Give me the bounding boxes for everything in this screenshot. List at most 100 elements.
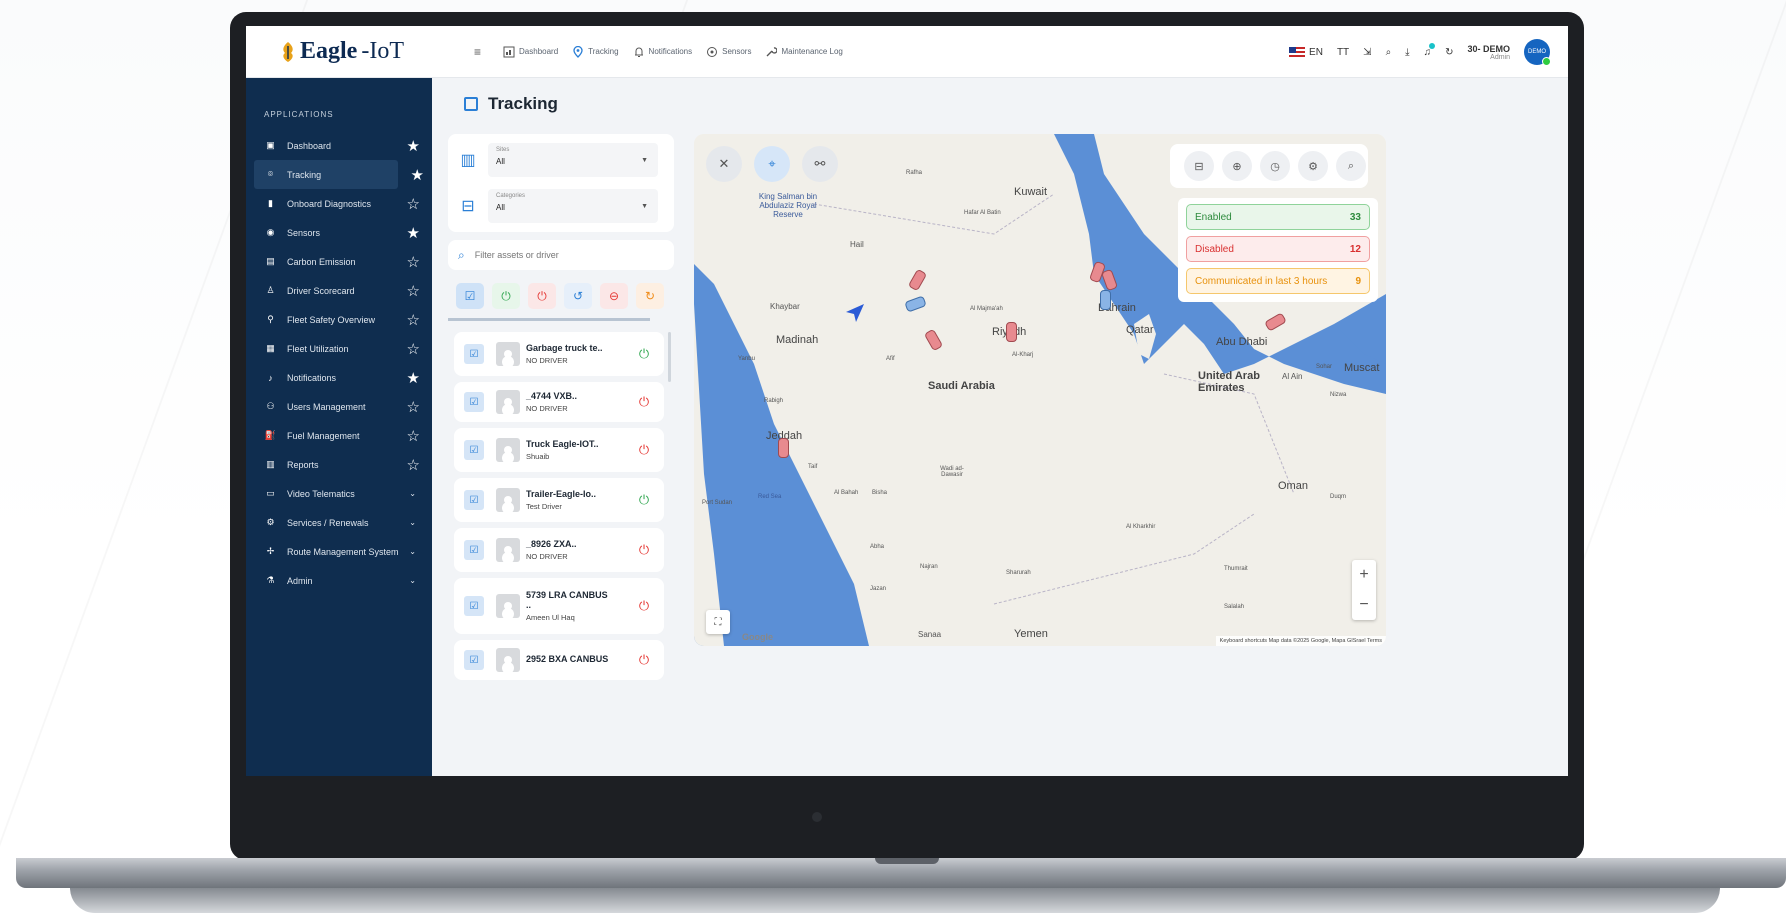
sidebar-item-dashboard[interactable]: ▣ Dashboard ★ <box>246 131 432 160</box>
filter-disabled-button[interactable]: ⊖ <box>600 283 628 309</box>
list-item[interactable]: ☑ _8926 ZXA.. NO DRIVER ⏻ <box>454 528 664 572</box>
notification-bell-icon[interactable]: ♫ <box>1424 42 1435 58</box>
sidebar-item-sensors[interactable]: ◉ Sensors ★ <box>246 218 432 247</box>
avatar[interactable]: DEMO <box>1524 39 1551 66</box>
sidebar-item-users[interactable]: ⚇ Users Management ☆ <box>246 392 432 421</box>
list-item[interactable]: ☑ Truck Eagle-IOT.. Shuaib ⏻ <box>454 428 664 472</box>
collapse-icon[interactable]: ⇲ <box>1363 47 1371 58</box>
menu-toggle-icon[interactable]: ≡ <box>474 45 481 59</box>
sidebar-item-label: Carbon Emission <box>287 256 356 267</box>
checkbox[interactable]: ☑ <box>464 540 484 560</box>
topnav-notifications[interactable]: Notifications <box>633 46 692 58</box>
sidebar-item-notifications[interactable]: ♪ Notifications ★ <box>246 363 432 392</box>
text-size-icon[interactable]: TT <box>1337 47 1349 58</box>
chevron-down-icon[interactable]: ⌄ <box>409 489 416 498</box>
list-item[interactable]: ☑ Trailer-Eagle-Io.. Test Driver ⏻ <box>454 478 664 522</box>
brand-logo[interactable]: Eagle -IoT <box>246 26 456 78</box>
favorite-star-icon[interactable]: ☆ <box>407 456 420 474</box>
language-label: EN <box>1309 46 1323 58</box>
laptop-base-bottom <box>70 888 1720 913</box>
sidebar-item-fleet-utilization[interactable]: ▦ Fleet Utilization ☆ <box>246 334 432 363</box>
map-tool-measure[interactable]: ✕ <box>706 146 742 182</box>
sidebar-item-services[interactable]: ⚙ Services / Renewals ⌄ <box>246 508 432 537</box>
vehicle-marker[interactable] <box>1006 322 1017 342</box>
sidebar-item-fleet-safety[interactable]: ⚲ Fleet Safety Overview ☆ <box>246 305 432 334</box>
favorite-star-icon[interactable]: ☆ <box>407 311 420 329</box>
chevron-down-icon[interactable]: ⌄ <box>409 547 416 556</box>
language-selector[interactable]: EN <box>1289 47 1323 58</box>
status-disabled[interactable]: Disabled 12 <box>1186 236 1370 262</box>
sidebar-item-reports[interactable]: ▥ Reports ☆ <box>246 450 432 479</box>
zoom-control: + − <box>1352 560 1376 620</box>
settings-gear-icon[interactable]: ⚙ <box>1298 151 1328 181</box>
status-communicated[interactable]: Communicated in last 3 hours 9 <box>1186 268 1370 294</box>
zoom-in-button[interactable]: + <box>1359 566 1368 584</box>
filter-off-button[interactable]: ⏻ <box>528 283 556 309</box>
map-label-khaybar: Khaybar <box>770 302 800 311</box>
list-item[interactable]: ☑ 2952 BXA CANBUS ⏻ <box>454 640 664 680</box>
topnav-dashboard[interactable]: Dashboard <box>503 46 558 58</box>
list-item[interactable]: ☑ 5739 LRA CANBUS.. Ameen Ul Haq ⏻ <box>454 578 664 634</box>
sidebar-item-carbon[interactable]: ▤ Carbon Emission ☆ <box>246 247 432 276</box>
vehicle-marker[interactable] <box>778 438 789 458</box>
fullscreen-button[interactable]: ⛶ <box>706 610 730 634</box>
refresh-icon[interactable]: ↻ <box>1445 47 1453 58</box>
checkbox[interactable]: ☑ <box>464 650 484 670</box>
list-item[interactable]: ☑ _4744 VXB.. NO DRIVER ⏻ <box>454 382 664 422</box>
sidebar-item-diagnostics[interactable]: ▮ Onboard Diagnostics ☆ <box>246 189 432 218</box>
favorite-star-icon[interactable]: ★ <box>407 369 420 387</box>
locate-button[interactable]: ⌖ <box>754 146 790 182</box>
route-icon: ✢ <box>266 546 275 556</box>
filter-refresh-button[interactable]: ↻ <box>636 283 664 309</box>
sidebar-item-admin[interactable]: ⚗ Admin ⌄ <box>246 566 432 595</box>
list-item[interactable]: ☑ Garbage truck te.. NO DRIVER ⏻ <box>454 332 664 376</box>
select-all-button[interactable]: ☑ <box>456 283 484 309</box>
checkbox[interactable]: ☑ <box>464 344 484 364</box>
favorite-star-icon[interactable]: ☆ <box>407 427 420 445</box>
checkbox[interactable]: ☑ <box>464 440 484 460</box>
favorite-star-icon[interactable]: ☆ <box>407 340 420 358</box>
categories-select[interactable]: Categories All ▼ <box>488 189 658 223</box>
topnav-tracking[interactable]: Tracking <box>572 45 619 58</box>
tracking-map[interactable]: Kuwait Saudi Arabia United Arab Emirates… <box>694 134 1386 646</box>
search-icon[interactable]: ⌕ <box>1336 151 1366 181</box>
map-attribution[interactable]: Keyboard shortcuts Map data ©2025 Google… <box>1215 636 1386 646</box>
favorite-star-icon[interactable]: ☆ <box>407 253 420 271</box>
sidebar-item-tracking[interactable]: ⌾ Tracking ★ <box>254 160 424 189</box>
history-icon[interactable]: ◷ <box>1260 151 1290 181</box>
asset-search-input[interactable] <box>474 250 655 260</box>
topnav-sensors[interactable]: Sensors <box>706 46 751 58</box>
chevron-down-icon[interactable]: ⌄ <box>409 576 416 585</box>
sites-select[interactable]: Sites All ▼ <box>488 143 658 177</box>
checkbox[interactable]: ☑ <box>464 392 484 412</box>
vehicle-marker[interactable] <box>1100 290 1111 310</box>
favorite-star-icon[interactable]: ★ <box>407 137 420 155</box>
sidebar-item-route[interactable]: ✢ Route Management System ⌄ <box>246 537 432 566</box>
chevron-down-icon[interactable]: ⌄ <box>409 518 416 527</box>
checkbox[interactable]: ☑ <box>464 596 484 616</box>
filter-idle-button[interactable]: ↺ <box>564 283 592 309</box>
user-info[interactable]: 30- DEMO Admin <box>1467 44 1510 61</box>
sidebar-item-fuel[interactable]: ⛽ Fuel Management ☆ <box>246 421 432 450</box>
filter-on-button[interactable]: ⏻ <box>492 283 520 309</box>
map-label-albahah: Al Bahah <box>834 490 859 496</box>
favorite-star-icon[interactable]: ☆ <box>407 398 420 416</box>
vehicle-filter-icon[interactable]: ⊟ <box>1184 151 1214 181</box>
search-icon[interactable]: ⌕ <box>1386 47 1392 58</box>
favorite-star-icon[interactable]: ☆ <box>407 282 420 300</box>
status-enabled[interactable]: Enabled 33 <box>1186 204 1370 230</box>
asset-thumbnail <box>496 342 520 366</box>
zoom-out-button[interactable]: − <box>1359 596 1368 614</box>
status-enabled-label: Enabled <box>1195 211 1232 223</box>
favorite-star-icon[interactable]: ★ <box>407 224 420 242</box>
add-geofence-icon[interactable]: ⊕ <box>1222 151 1252 181</box>
download-icon[interactable]: ⤓ <box>1405 47 1409 58</box>
checkbox[interactable]: ☑ <box>464 490 484 510</box>
asset-list-scrollbar[interactable] <box>668 332 671 382</box>
favorite-star-icon[interactable]: ★ <box>411 166 424 184</box>
topnav-maintenance[interactable]: Maintenance Log <box>765 46 843 58</box>
sidebar-item-driver-scorecard[interactable]: ♙ Driver Scorecard ☆ <box>246 276 432 305</box>
sidebar-item-video[interactable]: ▭ Video Telematics ⌄ <box>246 479 432 508</box>
map-tool-route[interactable]: ⚯ <box>802 146 838 182</box>
favorite-star-icon[interactable]: ☆ <box>407 195 420 213</box>
